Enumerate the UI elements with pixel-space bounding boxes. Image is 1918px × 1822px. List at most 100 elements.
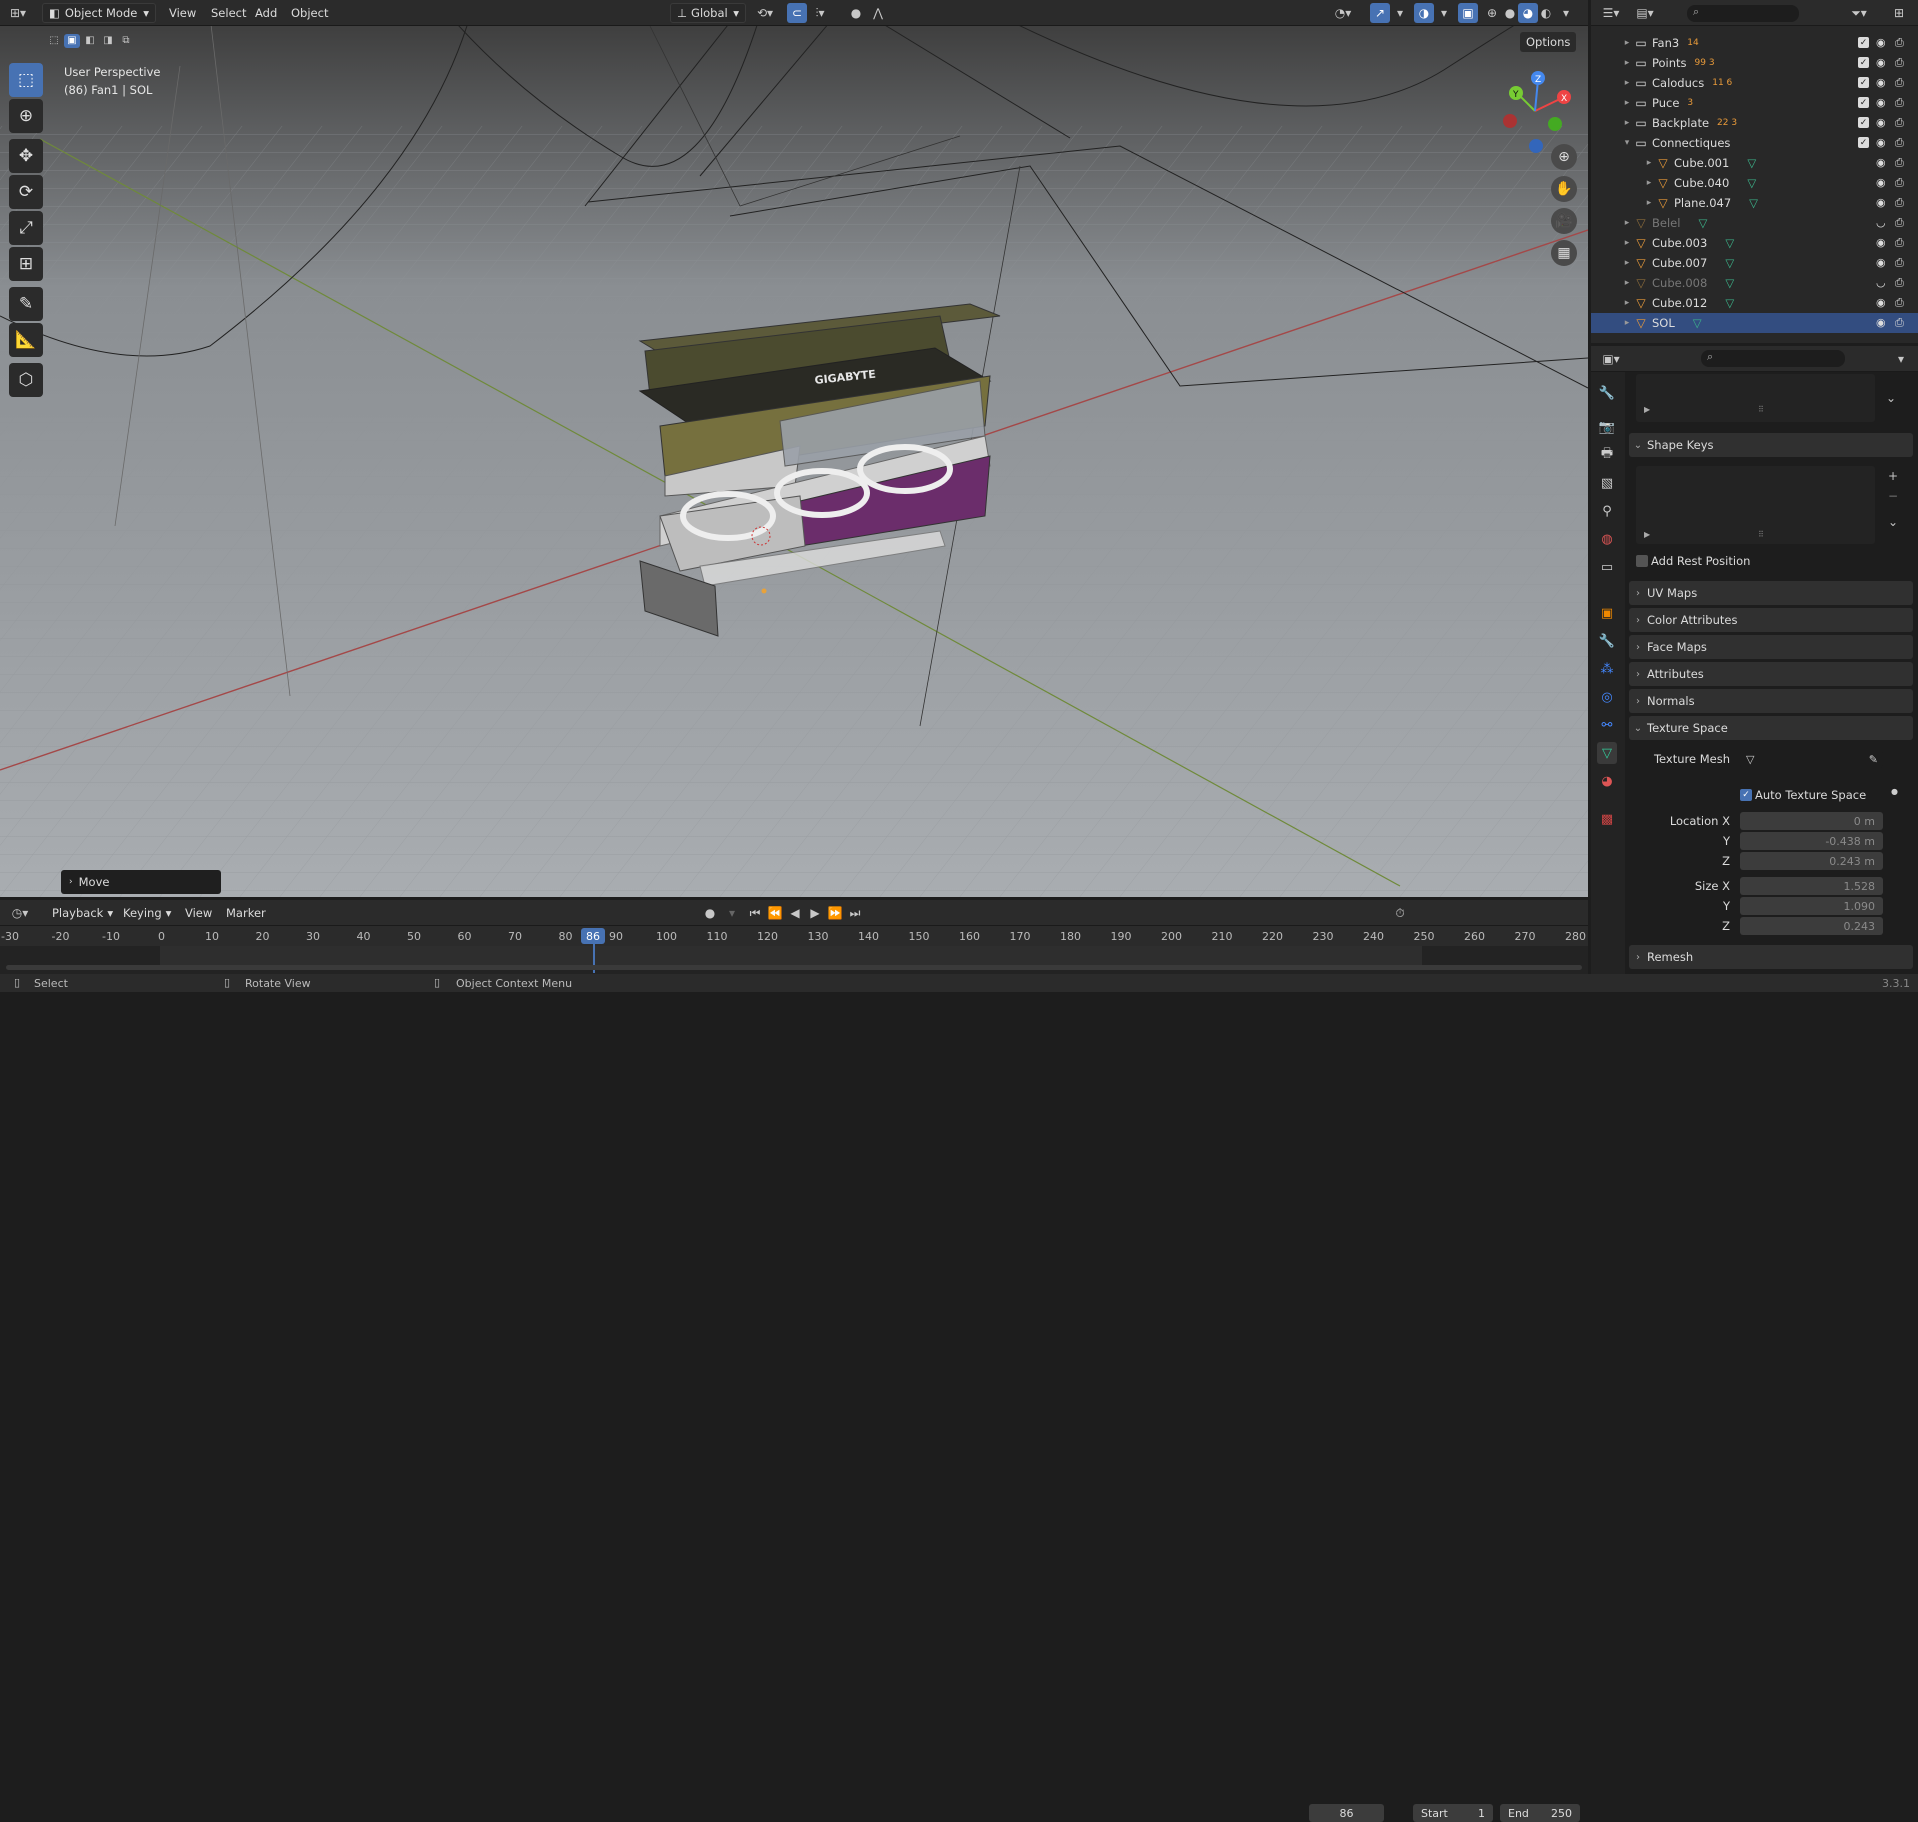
add-cube-tool[interactable]: ⬡ [9,363,43,397]
exclude-checkbox[interactable]: ✓ [1858,37,1869,48]
prev-keyframe-icon[interactable]: ⏪ [765,903,785,923]
cursor-tool[interactable]: ⊕ [9,99,43,133]
snap-icon[interactable]: ⊂ [787,3,807,23]
ortho-grid-icon[interactable]: ▦ [1551,240,1577,266]
play-icon[interactable]: ▶ [805,903,825,923]
menu-select[interactable]: Select [205,3,252,23]
wireframe-shading-icon[interactable]: ⊕ [1482,3,1502,23]
falloff-icon[interactable]: ⋀ [868,3,888,23]
chevron-right-icon[interactable]: ▸ [1621,38,1633,48]
chevron-right-icon[interactable]: ▸ [1621,258,1633,268]
eye-icon[interactable]: ◉ [1876,56,1886,69]
chevron-right-icon[interactable]: ▸ [1621,218,1633,228]
outliner-row[interactable]: ▸ ▽ Cube.003 ▽ [1591,233,1918,253]
exclude-checkbox[interactable]: ✓ [1858,117,1869,128]
outliner-row[interactable]: ▸ ▽ SOL ▽ [1591,313,1918,333]
eye-icon[interactable]: ◉ [1876,256,1886,269]
outliner-search-input[interactable]: ⌕ [1687,5,1799,22]
editor-type-icon[interactable]: ⊞▾ [8,3,28,23]
render-camera-icon[interactable]: ⎙ [1895,316,1904,330]
eye-icon[interactable]: ◉ [1876,136,1886,149]
annotate-tool[interactable]: ✎ [9,287,43,321]
rotate-tool[interactable]: ⟳ [9,175,43,209]
material-tab-icon[interactable]: ◕ [1597,770,1617,792]
chevron-right-icon[interactable]: ▸ [1643,158,1655,168]
outliner-row[interactable]: ▸ ▽ Cube.007 ▽ [1591,253,1918,273]
select-extend-icon[interactable]: ▣ [64,34,80,48]
render-camera-icon[interactable]: ⎙ [1895,56,1904,70]
chevron-down-icon[interactable]: ▾ [1621,138,1633,148]
overlays-icon[interactable]: ◑ [1414,3,1434,23]
remesh-panel-header[interactable]: › Remesh [1629,945,1913,969]
shape-keys-list[interactable] [1636,466,1875,544]
marker-menu[interactable]: Marker [220,903,272,923]
scene-tab-icon[interactable]: ⚲ [1597,500,1617,522]
object-tab-icon[interactable]: ▣ [1597,602,1617,624]
select-intersect-icon[interactable]: ⧉ [118,34,134,48]
outliner-row[interactable]: ▸ ▽ Cube.001 ▽ [1591,153,1918,173]
play-reverse-icon[interactable]: ◀ [785,903,805,923]
new-collection-icon[interactable]: ⊞ [1889,3,1909,23]
chevron-right-icon[interactable]: ▸ [1621,78,1633,88]
navigation-gizmo[interactable]: X Y Z [1490,66,1580,156]
move-tool[interactable]: ✥ [9,139,43,173]
render-camera-icon[interactable]: ⎙ [1895,256,1904,270]
mode-dropdown[interactable]: ◧ Object Mode ▾ [42,3,156,23]
jump-start-icon[interactable]: ⏮ [745,903,765,923]
list-menu-icon[interactable]: ⌄ [1881,388,1901,408]
chevron-right-icon[interactable]: ▸ [1621,318,1633,328]
keying-set-icon[interactable]: ▾ [722,903,742,923]
rendered-shading-icon[interactable]: ◐ [1536,3,1556,23]
next-keyframe-icon[interactable]: ⏩ [825,903,845,923]
view-layer-tab-icon[interactable]: ▧ [1597,472,1617,494]
options-dropdown[interactable]: Options [1520,32,1577,52]
add-shape-key-icon[interactable]: + [1883,466,1903,486]
outliner-editor-icon[interactable]: ☰▾ [1601,3,1621,23]
exclude-checkbox[interactable]: ✓ [1858,77,1869,88]
snap-target-icon[interactable]: ⫶▾ [810,3,830,23]
texture-space-panel-header[interactable]: ⌄ Texture Space [1629,716,1913,740]
location-z-field[interactable]: 0.243 m [1740,852,1883,870]
render-camera-icon[interactable]: ⎙ [1895,236,1904,250]
render-camera-icon[interactable]: ⎙ [1895,216,1904,230]
playhead-indicator[interactable]: 86 [581,928,605,944]
proportional-edit-icon[interactable]: ● [846,3,866,23]
chevron-right-icon[interactable]: ▸ [1621,118,1633,128]
keying-menu[interactable]: Keying ▾ [117,903,177,923]
eye-icon[interactable]: ◉ [1876,156,1886,169]
transform-tool[interactable]: ⊞ [9,247,43,281]
modifier-tab-icon[interactable]: 🔧 [1597,630,1617,652]
chevron-right-icon[interactable]: ▸ [1621,238,1633,248]
render-camera-icon[interactable]: ⎙ [1895,296,1904,310]
overlays-dropdown-icon[interactable]: ▾ [1434,3,1454,23]
vertex-groups-list[interactable] [1636,374,1875,422]
end-frame-field[interactable]: End 250 [1500,1804,1580,1822]
material-shading-icon[interactable]: ◕ [1518,3,1538,23]
render-camera-icon[interactable]: ⎙ [1895,96,1904,110]
particles-tab-icon[interactable]: ⁂ [1597,658,1617,680]
pivot-icon[interactable]: ⟲▾ [755,3,775,23]
render-camera-icon[interactable]: ⎙ [1895,196,1904,210]
color-attributes-panel-header[interactable]: › Color Attributes [1629,608,1913,632]
record-icon[interactable]: ● [700,903,720,923]
outliner-row[interactable]: ▸ ▽ Plane.047 ▽ [1591,193,1918,213]
solid-shading-icon[interactable]: ● [1500,3,1520,23]
eye-icon[interactable]: ◉ [1876,176,1886,189]
world-tab-icon[interactable]: ◍ [1597,528,1617,550]
last-operator-panel[interactable]: › Move [61,870,221,894]
timeline-scrollbar[interactable] [6,965,1582,970]
outliner-row[interactable]: ▸ ▽ Cube.040 ▽ [1591,173,1918,193]
tool-tab-icon[interactable]: 🔧 [1597,382,1617,404]
size-y-field[interactable]: 1.090 [1740,897,1883,915]
playback-menu[interactable]: Playback ▾ [46,903,119,923]
gizmo-toggle-icon[interactable]: ↗ [1370,3,1390,23]
size-x-field[interactable]: 1.528 [1740,877,1883,895]
select-box-tool[interactable]: ⬚ [9,63,43,97]
exclude-checkbox[interactable]: ✓ [1858,57,1869,68]
outliner-row[interactable]: ▸ ▽ Cube.008 ▽ [1591,273,1918,293]
chevron-right-icon[interactable]: ▸ [1643,198,1655,208]
attributes-panel-header[interactable]: › Attributes [1629,662,1913,686]
select-invert-icon[interactable]: ◨ [100,34,116,48]
constraints-tab-icon[interactable]: ⚯ [1597,714,1617,736]
chevron-right-icon[interactable]: ▸ [1621,278,1633,288]
